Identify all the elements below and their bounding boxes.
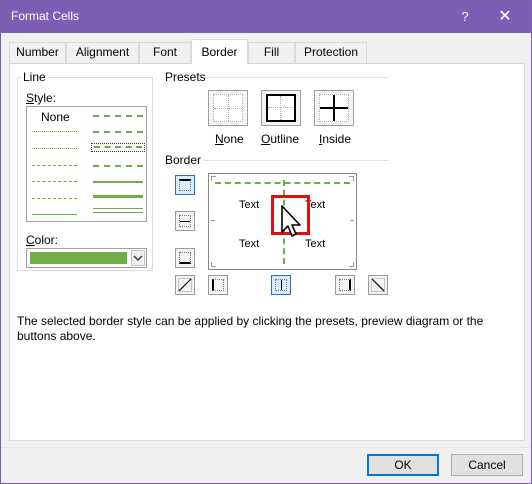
tab-protection[interactable]: Protection: [295, 42, 367, 63]
preset-inside-label: Inside: [319, 132, 352, 146]
style-option-slant-dash-dot[interactable]: [93, 131, 143, 133]
preview-text: Text: [305, 238, 326, 250]
preset-inside-button[interactable]: [314, 90, 354, 126]
border-top-button[interactable]: [175, 175, 195, 195]
border-bottom-icon: [179, 252, 191, 264]
footer-divider: [1, 447, 531, 448]
preset-outline-label: Outline: [261, 132, 300, 146]
mouse-cursor-icon: [281, 205, 301, 237]
style-option-medium[interactable]: [93, 181, 143, 183]
color-label: Color:: [26, 233, 59, 247]
preset-inside-icon: [319, 94, 349, 122]
presets-divider: [205, 77, 389, 78]
border-group-label: Border: [163, 153, 204, 167]
border-right-icon: [339, 279, 351, 291]
color-dropdown[interactable]: [26, 248, 147, 268]
style-option-dashed[interactable]: [32, 198, 77, 199]
preset-outline-button[interactable]: [261, 90, 301, 126]
style-option-dotted[interactable]: [32, 131, 77, 132]
mid-mark: [350, 220, 354, 221]
style-option-hair[interactable]: [32, 148, 77, 149]
border-inside-vertical-button[interactable]: [271, 275, 291, 295]
presets-group-label: Presets: [163, 70, 208, 84]
style-option-double[interactable]: [93, 208, 143, 213]
tab-border[interactable]: Border: [191, 39, 248, 64]
preset-none-label: None: [215, 132, 244, 146]
style-option-thin[interactable]: [32, 214, 77, 215]
line-style-list[interactable]: None: [26, 106, 147, 222]
tab-fill[interactable]: Fill: [248, 42, 295, 63]
ok-button[interactable]: OK: [367, 454, 439, 476]
border-inside-horizontal-icon: [179, 215, 191, 227]
border-bottom-button[interactable]: [175, 248, 195, 268]
style-none-option[interactable]: None: [41, 110, 70, 124]
border-left-icon: [212, 279, 224, 291]
corner-mark: [211, 176, 216, 181]
cancel-button[interactable]: Cancel: [451, 454, 523, 476]
border-top-icon: [179, 179, 191, 191]
corner-mark: [349, 176, 354, 181]
preset-none-icon: [213, 94, 243, 122]
style-option-dash-dot[interactable]: [32, 181, 77, 182]
chevron-down-icon[interactable]: [131, 250, 145, 266]
style-option-medium-dash-dot[interactable]: [91, 143, 145, 152]
style-option-medium-dash-dot-dot[interactable]: [93, 115, 143, 117]
border-inside-horizontal-button[interactable]: [175, 211, 195, 231]
style-option-thick[interactable]: [93, 195, 143, 198]
corner-mark: [349, 262, 354, 267]
border-divider: [203, 160, 389, 161]
line-group-label: Line: [21, 70, 48, 84]
preview-text: Text: [239, 238, 260, 250]
border-inside-vertical-icon: [275, 279, 287, 291]
tab-number[interactable]: Number: [9, 42, 66, 63]
style-option-dash-dot-dot[interactable]: [32, 165, 77, 166]
border-left-button[interactable]: [208, 275, 228, 295]
preview-text: Text: [239, 199, 260, 211]
mid-mark: [211, 220, 215, 221]
border-diagonal-down-button[interactable]: [368, 275, 388, 295]
corner-mark: [211, 262, 216, 267]
style-label: Style:: [26, 91, 57, 105]
color-swatch: [30, 252, 127, 264]
tab-font[interactable]: Font: [139, 42, 191, 63]
window-title: Format Cells: [11, 9, 80, 23]
tab-alignment[interactable]: Alignment: [66, 42, 139, 63]
border-diagonal-up-button[interactable]: [175, 275, 195, 295]
preset-none-button[interactable]: [208, 90, 248, 126]
title-bar: Format Cells ? ✕: [1, 1, 531, 33]
diagonal-up-icon: [178, 278, 192, 292]
preset-outline-icon: [266, 94, 296, 122]
close-button[interactable]: ✕: [493, 6, 517, 28]
border-right-button[interactable]: [335, 275, 355, 295]
help-button[interactable]: ?: [453, 6, 477, 28]
description-text: The selected border style can be applied…: [17, 314, 484, 343]
style-option-medium-dashed[interactable]: [93, 165, 143, 167]
diagonal-down-icon: [371, 278, 385, 292]
format-cells-dialog: Format Cells ? ✕ Number Alignment Font B…: [0, 0, 532, 484]
